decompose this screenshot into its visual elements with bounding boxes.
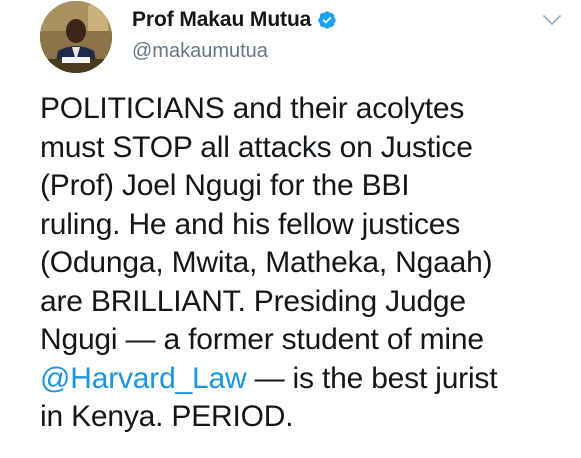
author-name-row: Prof Makau Mutua xyxy=(132,6,337,34)
tweet-text-line: (Odunga, Mwita, Matheka, Ngaah) xyxy=(40,246,493,279)
tweet-text-line: are BRILLIANT. Presiding Judge xyxy=(40,284,466,318)
tweet-text-line: Ngugi — a former student of mine xyxy=(40,323,484,356)
tweet-text: POLITICIANS and their acolytes must STOP… xyxy=(40,90,580,437)
tweet-text-line: POLITICIANS and their acolytes xyxy=(40,92,465,125)
tweet-text-line-with-mention: @Harvard_Law — is the best jurist xyxy=(40,360,580,399)
mention-link[interactable]: @Harvard_Law xyxy=(40,362,247,395)
author-display-name[interactable]: Prof Makau Mutua xyxy=(132,8,311,32)
tweet: Prof Makau Mutua @makaumutua POLITICIANS… xyxy=(0,0,581,458)
chevron-down-icon xyxy=(543,15,561,25)
tweet-text-line: (Prof) Joel Ngugi for the BBI xyxy=(40,169,410,202)
tweet-text-fragment: — is the best jurist xyxy=(246,361,498,395)
tweet-text-line: ruling. He and his fellow justices xyxy=(40,207,461,241)
avatar[interactable] xyxy=(40,1,112,73)
tweet-menu-button[interactable] xyxy=(538,8,566,32)
author-handle[interactable]: @makaumutua xyxy=(132,40,268,63)
verified-badge-icon xyxy=(318,11,336,29)
profile-photo-icon xyxy=(40,1,112,73)
tweet-text-line: in Kenya. PERIOD. xyxy=(40,400,294,433)
tweet-text-line: must STOP all attacks on Justice xyxy=(40,130,473,164)
